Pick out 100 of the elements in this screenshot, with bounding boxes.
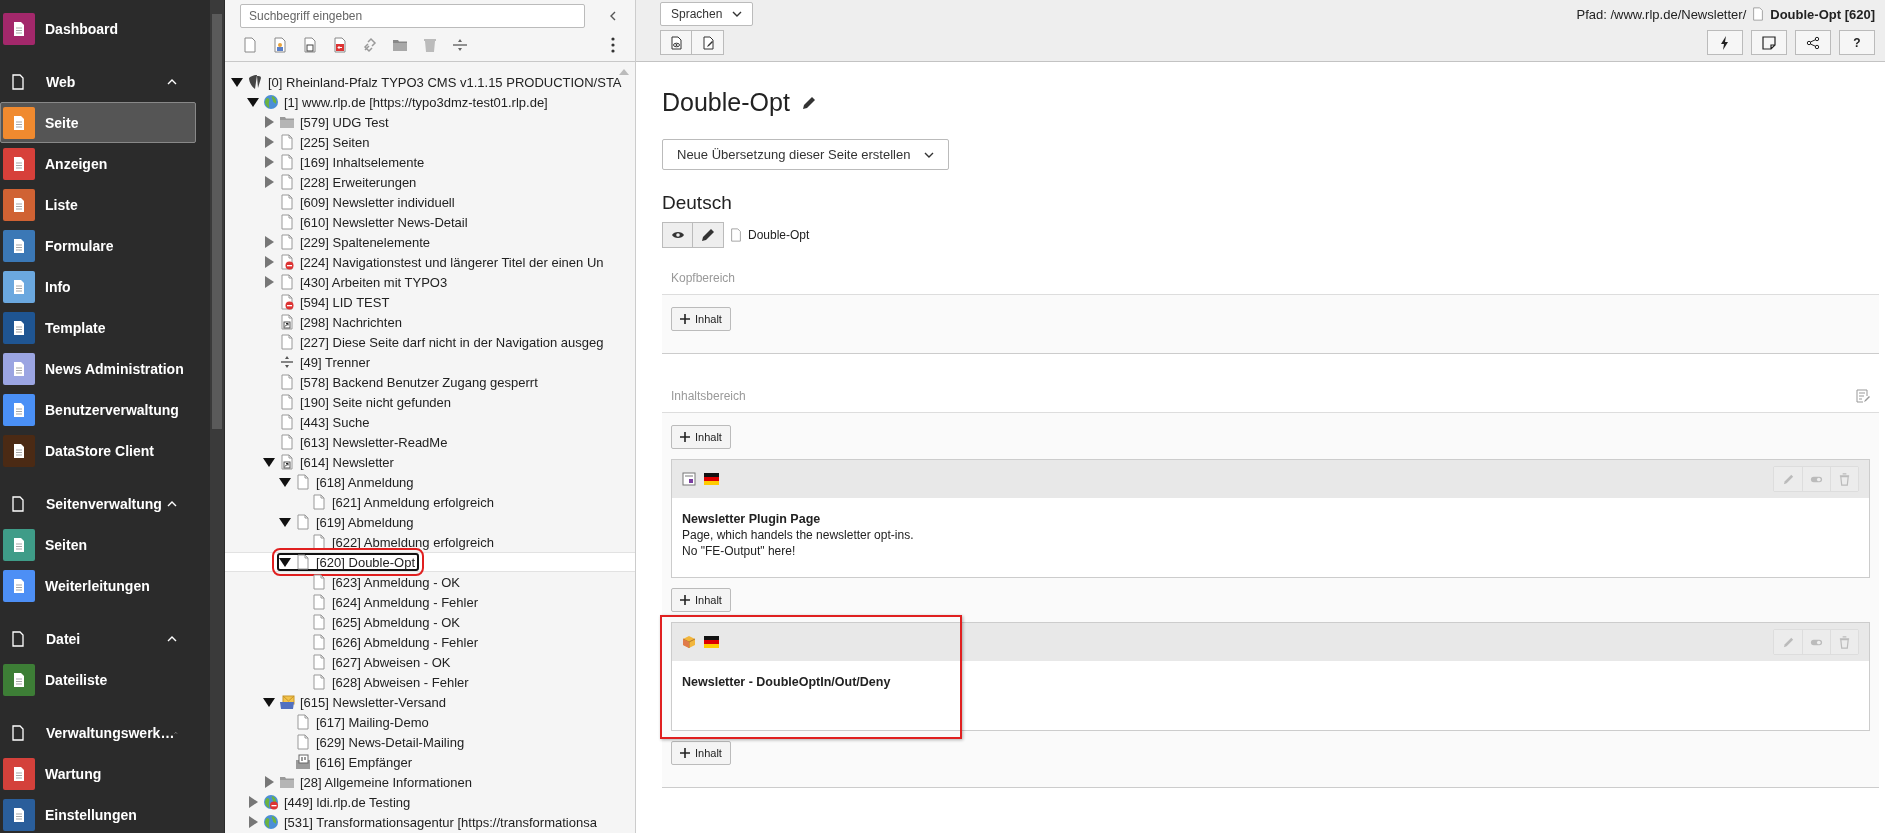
tree-node[interactable]: [618] Anmeldung xyxy=(277,473,418,491)
collapse-triangle-icon[interactable] xyxy=(263,696,275,708)
tree-item-label[interactable]: [430] Arbeiten mit TYPO3 xyxy=(300,274,448,290)
expand-triangle-icon[interactable] xyxy=(263,156,275,168)
expand-triangle-icon[interactable] xyxy=(263,236,275,248)
tree-item-label[interactable]: [531] Transformationsagentur [https://transformationsa xyxy=(284,814,597,830)
collapse-triangle-icon[interactable] xyxy=(231,76,243,88)
expand-triangle-icon[interactable] xyxy=(263,136,275,148)
tree-item-label[interactable]: [579] UDG Test xyxy=(300,114,389,130)
module-group-header[interactable]: Verwaltungswerk… xyxy=(0,712,196,753)
help-button[interactable]: ? xyxy=(1839,30,1875,55)
tree-node[interactable]: [626] Abmeldung - Fehler xyxy=(293,633,482,651)
new-page-icon[interactable] xyxy=(242,37,258,53)
add-content-button[interactable]: Inhalt xyxy=(671,425,731,449)
tree-item-label[interactable]: [629] News-Detail-Mailing xyxy=(316,734,465,750)
tree-item-label[interactable]: [609] Newsletter individuell xyxy=(300,194,455,210)
tree-node[interactable]: [609] Newsletter individuell xyxy=(261,193,459,211)
translation-dropdown[interactable]: Neue Übersetzung dieser Seite erstellen xyxy=(662,139,950,170)
expand-triangle-icon[interactable] xyxy=(263,776,275,788)
tree-node[interactable]: [617] Mailing-Demo xyxy=(277,713,433,731)
column-edit-icon[interactable] xyxy=(1856,389,1870,403)
view-page-button[interactable] xyxy=(660,30,692,55)
tree-node[interactable]: [443] Suche xyxy=(261,413,374,431)
tree-item-label[interactable]: [625] Abmeldung - OK xyxy=(332,614,460,630)
tree-item-label[interactable]: [169] Inhaltselemente xyxy=(300,154,425,170)
tree-item-label[interactable]: [628] Abweisen - Fehler xyxy=(332,674,469,690)
tree-node[interactable]: [624] Anmeldung - Fehler xyxy=(293,593,482,611)
tree-item-label[interactable]: [449] ldi.rlp.de Testing xyxy=(284,794,411,810)
tree-node[interactable]: [449] ldi.rlp.de Testing xyxy=(245,793,415,811)
tree-item-label[interactable]: [49] Trenner xyxy=(300,354,371,370)
language-dropdown[interactable]: Sprachen xyxy=(660,2,754,26)
folder-icon[interactable] xyxy=(392,37,408,53)
tree-node[interactable]: [613] Newsletter-ReadMe xyxy=(261,433,452,451)
module-group-header[interactable]: Web xyxy=(0,61,196,102)
tree-node[interactable]: [190] Seite nicht gefunden xyxy=(261,393,456,411)
tree-item-label[interactable]: [624] Anmeldung - Fehler xyxy=(332,594,478,610)
note-button[interactable] xyxy=(1751,30,1787,55)
tree-node[interactable]: [227] Diese Seite darf nicht in der Navigation ausgeg xyxy=(261,333,608,351)
expand-triangle-icon[interactable] xyxy=(263,176,275,188)
tree-node[interactable]: [49] Trenner xyxy=(261,353,375,371)
tree-item-label[interactable]: [28] Allgemeine Informationen xyxy=(300,774,472,790)
scrollbar[interactable] xyxy=(210,0,224,833)
module-item[interactable]: Template xyxy=(0,307,196,348)
backend-page-icon[interactable] xyxy=(272,37,288,53)
tree-node[interactable]: [531] Transformationsagentur [https://transformationsa xyxy=(245,813,601,831)
tree-item-label[interactable]: [190] Seite nicht gefunden xyxy=(300,394,452,410)
tree-node[interactable]: [1] www.rlp.de [https://typo3dmz-test01.rlp.de] xyxy=(245,93,552,111)
tree-item-label[interactable]: [616] Empfänger xyxy=(316,754,413,770)
tree-item-label[interactable]: [578] Backend Benutzer Zugang gesperrt xyxy=(300,374,538,390)
tree-item-label[interactable]: [227] Diese Seite darf nicht in der Navigation ausgeg xyxy=(300,334,604,350)
tree-node[interactable]: [628] Abweisen - Fehler xyxy=(293,673,473,691)
module-group-header[interactable]: Datei xyxy=(0,618,196,659)
tree-node[interactable]: [298] Nachrichten xyxy=(261,313,406,331)
tree-node[interactable]: [625] Abmeldung - OK xyxy=(293,613,464,631)
link-icon[interactable] xyxy=(362,37,378,53)
tree-node[interactable]: [619] Abmeldung xyxy=(277,513,418,531)
tree-item-label[interactable]: [225] Seiten xyxy=(300,134,370,150)
module-group-header[interactable]: Seitenverwaltung xyxy=(0,483,196,524)
module-item[interactable]: Formulare xyxy=(0,225,196,266)
tree-node[interactable]: [621] Anmeldung erfolgreich xyxy=(293,493,498,511)
tree-item-label[interactable]: [617] Mailing-Demo xyxy=(316,714,429,730)
expand-triangle-icon[interactable] xyxy=(263,116,275,128)
separator-icon[interactable] xyxy=(452,37,468,53)
tree-item-label[interactable]: [623] Anmeldung - OK xyxy=(332,574,460,590)
tree-item-label[interactable]: [626] Abmeldung - Fehler xyxy=(332,634,478,650)
tree-node[interactable]: [579] UDG Test xyxy=(261,113,393,131)
collapse-triangle-icon[interactable] xyxy=(279,556,291,568)
clear-cache-button[interactable] xyxy=(1707,30,1743,55)
search-field[interactable]: Suchbegriff eingeben xyxy=(240,4,585,28)
tree-node[interactable]: [629] News-Detail-Mailing xyxy=(277,733,469,751)
module-item[interactable]: Wartung xyxy=(0,753,196,794)
tree-item-label[interactable]: [1] www.rlp.de [https://typo3dmz-test01.rlp.de] xyxy=(284,94,548,110)
expand-triangle-icon[interactable] xyxy=(263,276,275,288)
module-item[interactable]: DataStore Client xyxy=(0,430,196,471)
module-item[interactable]: Weiterleitungen xyxy=(0,565,196,606)
module-item[interactable]: News Administration xyxy=(0,348,196,389)
tree-item-label[interactable]: [614] Newsletter xyxy=(300,454,394,470)
external-page-icon[interactable] xyxy=(332,37,348,53)
tree-item-label[interactable]: [610] Newsletter News-Detail xyxy=(300,214,468,230)
edit-button[interactable] xyxy=(693,222,724,248)
tree-node[interactable]: [28] Allgemeine Informationen xyxy=(261,773,476,791)
tree-node[interactable]: [0] Rheinland-Pfalz TYPO3 CMS v1.1.15 PRODUCTION/STA xyxy=(229,73,626,91)
tree-node[interactable]: [228] Erweiterungen xyxy=(261,173,421,191)
module-item[interactable]: Anzeigen xyxy=(0,143,196,184)
tree-item-label[interactable]: [615] Newsletter-Versand xyxy=(300,694,446,710)
tree-item-label[interactable]: [228] Erweiterungen xyxy=(300,174,417,190)
collapse-triangle-icon[interactable] xyxy=(263,456,275,468)
tree-item-label[interactable]: [619] Abmeldung xyxy=(316,514,414,530)
tree-node[interactable]: [627] Abweisen - OK xyxy=(293,653,455,671)
more-icon[interactable] xyxy=(611,37,615,53)
module-item[interactable]: Info xyxy=(0,266,196,307)
tree-item-label[interactable]: [224] Navigationstest und längerer Titel der einen Un xyxy=(300,254,604,270)
tree-item-label[interactable]: [613] Newsletter-ReadMe xyxy=(300,434,448,450)
tree-item-label[interactable]: [298] Nachrichten xyxy=(300,314,402,330)
add-content-button[interactable]: Inhalt xyxy=(671,741,731,765)
toggle-button[interactable] xyxy=(1802,630,1830,654)
tree-item-label[interactable]: [0] Rheinland-Pfalz TYPO3 CMS v1.1.15 PRODUCTION/STA xyxy=(268,74,622,90)
tree-node[interactable]: [430] Arbeiten mit TYPO3 xyxy=(261,273,452,291)
tree-node[interactable]: [623] Anmeldung - OK xyxy=(293,573,464,591)
module-item[interactable]: Seite xyxy=(0,102,196,143)
